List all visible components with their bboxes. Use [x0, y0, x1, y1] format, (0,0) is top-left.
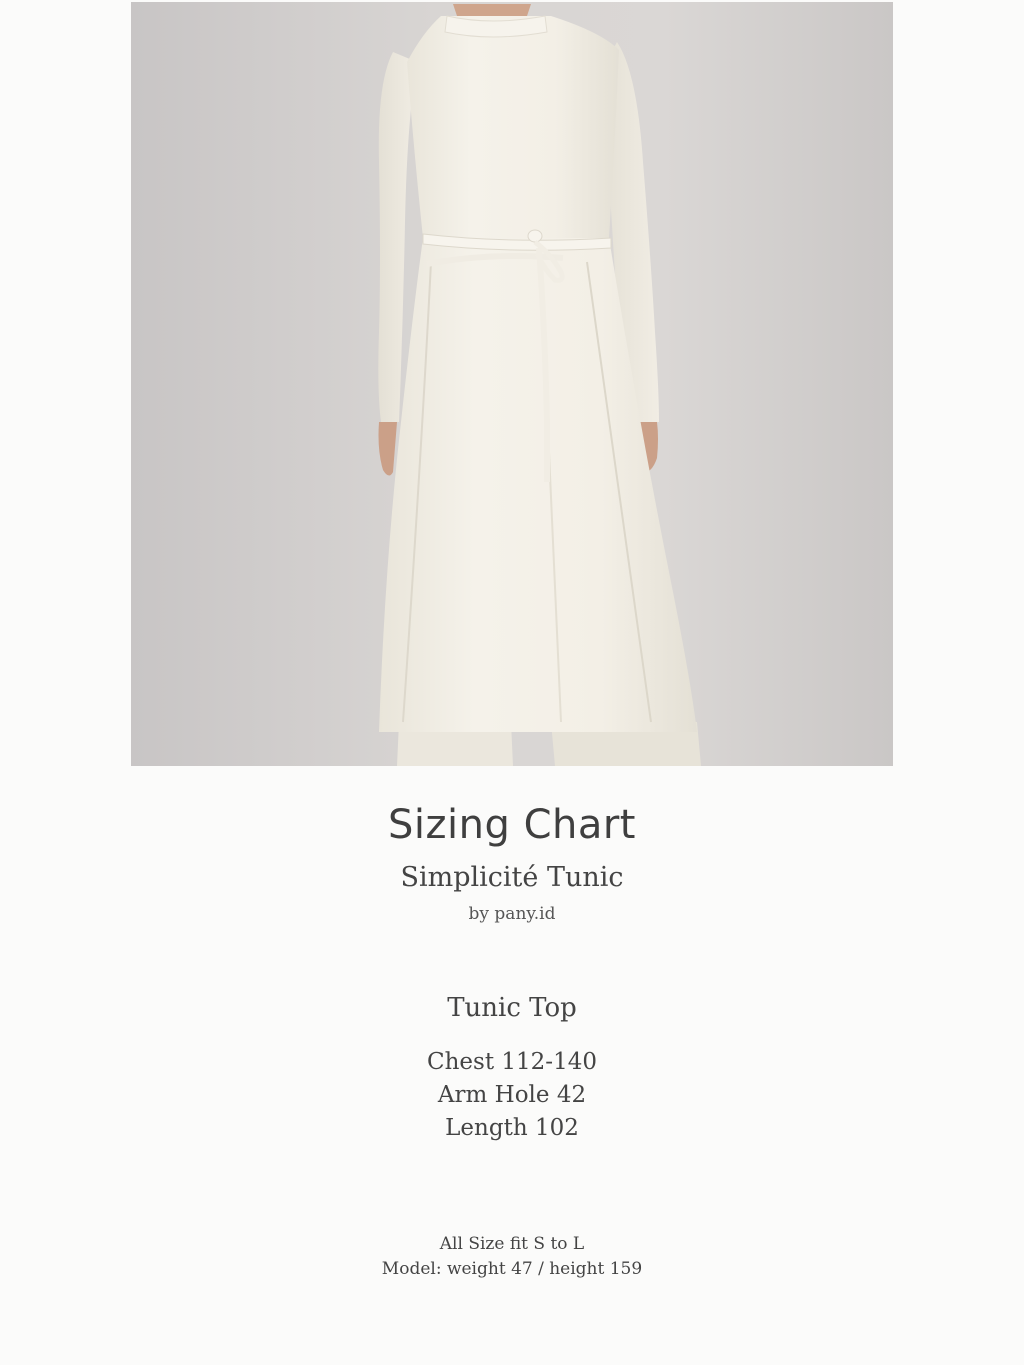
product-name: Simplicité Tunic: [400, 862, 624, 893]
belt-knot: [527, 229, 543, 243]
model-note: Model: weight 47 / height 159: [381, 1259, 643, 1279]
tunic-model-illustration: [131, 2, 893, 766]
measurement-chest: Chest 112-140: [427, 1049, 597, 1075]
measurement-arm-hole: Arm Hole 42: [437, 1082, 587, 1108]
sizing-chart-page: Sizing Chart Simplicité Tunic by pany.id…: [0, 0, 1024, 1365]
tunic-bodice: [407, 16, 619, 238]
brand-byline: by pany.id: [468, 904, 556, 924]
page-title: Sizing Chart: [388, 802, 636, 848]
section-heading: Tunic Top: [447, 993, 577, 1023]
fit-note: All Size fit S to L: [439, 1234, 585, 1254]
measurement-list: Chest 112-140 Arm Hole 42 Length 102: [0, 1046, 1024, 1145]
product-photo: [131, 2, 893, 766]
footer-notes: All Size fit S to L Model: weight 47 / h…: [0, 1232, 1024, 1282]
measurement-length: Length 102: [445, 1115, 579, 1141]
chin-skin: [453, 4, 531, 16]
